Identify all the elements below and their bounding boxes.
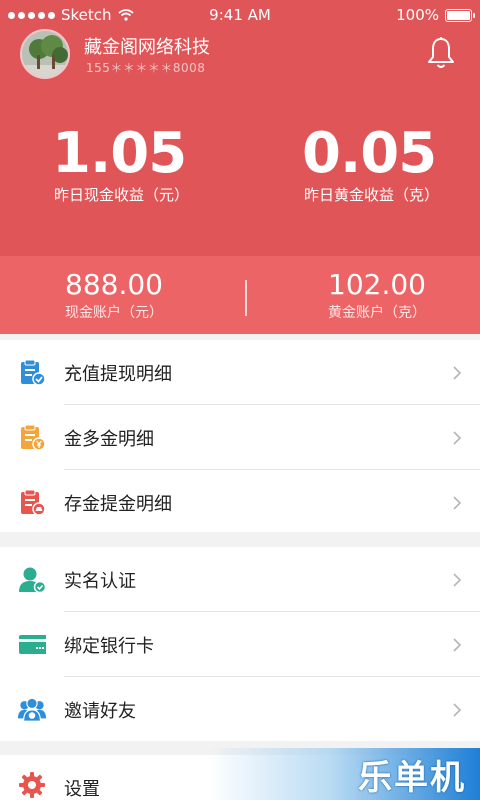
menu-item-gold-bonus[interactable]: 金多金明细 [0, 405, 480, 470]
cash-account-label: 现金账户（元） [65, 305, 163, 321]
menu-item-label: 充值提现明细 [64, 363, 172, 385]
chevron-right-icon [453, 703, 462, 717]
battery-percent: 100% [396, 6, 439, 24]
cash-earnings-value: 1.05 [52, 121, 187, 186]
gear-icon [19, 772, 45, 798]
avatar[interactable] [20, 29, 70, 79]
gold-account-label: 黄金账户（克） [328, 305, 426, 321]
menu-item-label: 金多金明细 [64, 428, 154, 450]
chevron-right-icon [453, 431, 462, 445]
menu-item-invite-friends[interactable]: 邀请好友 [0, 677, 480, 742]
chevron-right-icon [453, 496, 462, 510]
clipboard-check-icon [21, 359, 46, 386]
menu-item-bind-card[interactable]: 绑定银行卡 [0, 612, 480, 677]
menu-item-label: 设置 [64, 779, 100, 800]
gold-earnings-label: 昨日黄金收益（克） [304, 186, 440, 204]
user-verified-icon [19, 567, 46, 593]
company-name: 藏金阁网络科技 [84, 37, 210, 58]
accounts-bar: 888.00 现金账户（元） 102.00 黄金账户（克） [0, 256, 480, 334]
cash-earnings-label: 昨日现金收益（元） [54, 186, 190, 204]
avatar-image [22, 31, 68, 77]
chevron-right-icon [453, 366, 462, 380]
menu-item-label: 绑定银行卡 [64, 635, 154, 657]
account-settings-section: 实名认证 绑定银行卡 邀请好友 [0, 547, 480, 741]
menu-item-label: 存金提金明细 [64, 493, 172, 515]
accounts-divider [245, 280, 247, 316]
cash-account-value[interactable]: 888.00 [52, 268, 176, 302]
gold-earnings-value: 0.05 [302, 121, 437, 186]
transaction-details-section: 充值提现明细 金多金明细 存金提金明细 [0, 340, 480, 532]
menu-item-recharge-withdraw[interactable]: 充值提现明细 [0, 340, 480, 405]
watermark-text: 乐单机 [358, 758, 466, 798]
bell-icon[interactable] [426, 36, 456, 70]
watermark: 乐单机 [208, 748, 480, 800]
chevron-right-icon [453, 638, 462, 652]
battery-icon [445, 8, 475, 22]
bank-card-icon [19, 635, 46, 654]
clipboard-gold-icon [21, 489, 46, 516]
phone-number: 155＊＊＊＊＊8008 [86, 61, 206, 75]
chevron-right-icon [453, 573, 462, 587]
gold-account-value[interactable]: 102.00 [315, 268, 439, 302]
menu-item-label: 实名认证 [64, 570, 136, 592]
menu-item-real-name[interactable]: 实名认证 [0, 547, 480, 612]
menu-item-label: 邀请好友 [64, 700, 136, 722]
header: Sketch 9:41 AM 100% 藏金阁网络科技 155＊＊＊＊＊8008 [0, 0, 480, 256]
clipboard-yen-icon [21, 424, 46, 451]
status-right: 100% [396, 6, 475, 24]
invite-friends-icon [18, 697, 46, 722]
menu-item-gold-deposit[interactable]: 存金提金明细 [0, 470, 480, 535]
status-bar: Sketch 9:41 AM 100% [0, 0, 480, 30]
